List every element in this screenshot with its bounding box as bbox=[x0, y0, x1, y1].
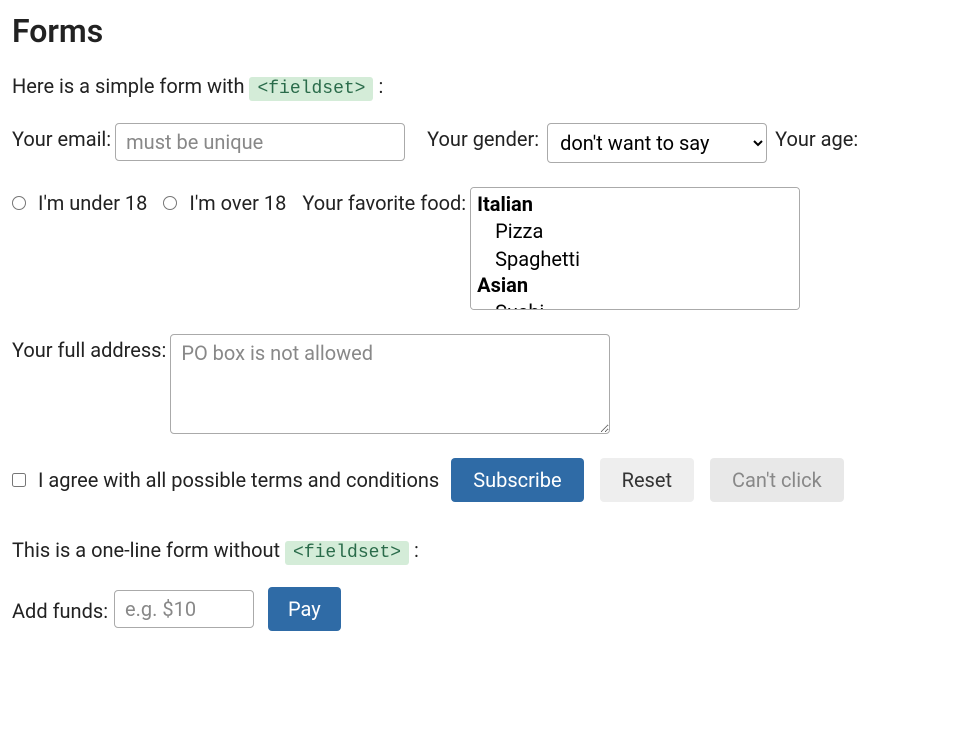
food-option-pizza[interactable]: Pizza bbox=[475, 217, 795, 245]
email-label: Your email: bbox=[12, 123, 111, 151]
addfunds-input[interactable] bbox=[114, 590, 254, 628]
favfood-label: Your favorite food: bbox=[302, 187, 466, 215]
age-under18-label: I'm under 18 bbox=[30, 191, 147, 215]
fieldset-code-2: <fieldset> bbox=[285, 541, 409, 565]
pay-button[interactable]: Pay bbox=[268, 587, 341, 631]
food-group-asian: Sushi bbox=[475, 273, 795, 310]
age-under18-radio[interactable] bbox=[12, 196, 26, 210]
fieldset-code: <fieldset> bbox=[249, 77, 373, 101]
intro1-suffix: : bbox=[378, 74, 383, 98]
food-group-italian: Pizza Spaghetti bbox=[475, 192, 795, 273]
terms-label: I agree with all possible terms and cond… bbox=[30, 468, 439, 492]
addfunds-label: Add funds: bbox=[12, 595, 108, 623]
reset-button[interactable]: Reset bbox=[600, 458, 694, 502]
favfood-select[interactable]: Pizza Spaghetti Sushi bbox=[470, 187, 800, 310]
gender-select[interactable]: don't want to say bbox=[547, 123, 767, 163]
intro-text-1: Here is a simple form with <fieldset> : bbox=[12, 74, 948, 99]
intro2-prefix: This is a one-line form without bbox=[12, 538, 285, 562]
age-food-row: I'm under 18 I'm over 18 Your favorite f… bbox=[12, 187, 948, 310]
gender-label: Your gender: bbox=[427, 123, 539, 151]
address-row: Your full address: bbox=[12, 334, 948, 434]
age-label: Your age: bbox=[775, 123, 858, 151]
terms-buttons-row: I agree with all possible terms and cond… bbox=[12, 458, 948, 502]
address-label: Your full address: bbox=[12, 334, 166, 362]
addfunds-row: Add funds: Pay bbox=[12, 587, 948, 631]
intro1-prefix: Here is a simple form with bbox=[12, 74, 249, 98]
intro-text-2: This is a one-line form without <fieldse… bbox=[12, 538, 948, 563]
age-over18-radio[interactable] bbox=[163, 196, 177, 210]
email-input[interactable] bbox=[115, 123, 405, 161]
food-option-spaghetti[interactable]: Spaghetti bbox=[475, 245, 795, 273]
cantclick-button: Can't click bbox=[710, 458, 844, 502]
page-heading: Forms bbox=[12, 12, 948, 50]
terms-checkbox[interactable] bbox=[12, 473, 26, 487]
intro2-suffix: : bbox=[414, 538, 419, 562]
subscribe-button[interactable]: Subscribe bbox=[451, 458, 583, 502]
address-textarea[interactable] bbox=[170, 334, 610, 434]
age-over18-label: I'm over 18 bbox=[181, 191, 286, 215]
email-gender-age-row: Your email: Your gender: don't want to s… bbox=[12, 123, 948, 163]
food-option-sushi[interactable]: Sushi bbox=[475, 298, 795, 310]
